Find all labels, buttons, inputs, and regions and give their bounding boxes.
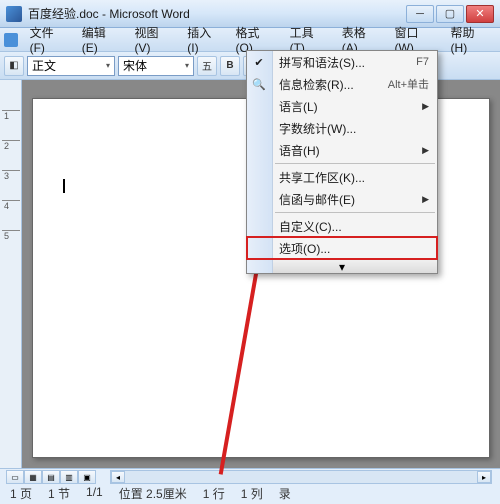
- tools-dropdown-menu: ✔ 拼写和语法(S)... F7 🔍 信息检索(R)... Alt+单击 语言(…: [246, 50, 438, 274]
- menu-item-spelling[interactable]: ✔ 拼写和语法(S)... F7: [247, 51, 437, 73]
- menu-help[interactable]: 帮助(H): [445, 22, 496, 57]
- menu-item-label: 字数统计(W)...: [279, 120, 356, 137]
- menu-item-research[interactable]: 🔍 信息检索(R)... Alt+单击: [247, 73, 437, 95]
- menu-item-shared-workspace[interactable]: 共享工作区(K)...: [247, 166, 437, 188]
- window-title: 百度经验.doc - Microsoft Word: [28, 5, 406, 22]
- menu-item-label: 信息检索(R)...: [279, 76, 354, 93]
- menu-item-label: 共享工作区(K)...: [279, 169, 365, 186]
- menu-separator: [275, 163, 435, 164]
- view-outline-button[interactable]: ▥: [60, 470, 78, 484]
- menu-item-shortcut: Alt+单击: [388, 76, 429, 92]
- status-pageof: 1/1: [86, 485, 103, 502]
- check-icon: ✔: [251, 54, 267, 70]
- view-reading-button[interactable]: ▣: [78, 470, 96, 484]
- horizontal-scrollbar[interactable]: ◂ ▸: [110, 470, 492, 484]
- menu-item-label: 信函与邮件(E): [279, 191, 355, 208]
- menubar: 文件(F) 编辑(E) 视图(V) 插入(I) 格式(O) 工具(T) 表格(A…: [0, 28, 500, 52]
- scroll-track[interactable]: [125, 471, 477, 483]
- style-label: 正文: [32, 57, 56, 74]
- menu-item-speech[interactable]: 语音(H) ▶: [247, 139, 437, 161]
- search-icon: 🔍: [251, 76, 267, 92]
- menu-item-wordcount[interactable]: 字数统计(W)...: [247, 117, 437, 139]
- toolbar-btn-1[interactable]: ◧: [4, 56, 24, 76]
- menu-item-options[interactable]: 选项(O)...: [247, 237, 437, 259]
- app-icon: [6, 6, 22, 22]
- menu-edit[interactable]: 编辑(E): [76, 22, 127, 57]
- view-normal-button[interactable]: ▭: [6, 470, 24, 484]
- scroll-right-button[interactable]: ▸: [477, 471, 491, 483]
- menu-item-shortcut: F7: [416, 56, 429, 68]
- menu-item-label: 自定义(C)...: [279, 218, 342, 235]
- view-buttons: ▭ ▦ ▤ ▥ ▣: [6, 470, 96, 484]
- menu-item-label: 语言(L): [279, 98, 318, 115]
- statusbar: ▭ ▦ ▤ ▥ ▣ ◂ ▸ 1 页 1 节 1/1 位置 2.5厘米 1 行 1…: [0, 468, 500, 504]
- chevron-down-icon: ▾: [106, 61, 110, 70]
- minimize-button[interactable]: ─: [406, 5, 434, 23]
- status-line: 1 行: [203, 485, 225, 502]
- scroll-left-button[interactable]: ◂: [111, 471, 125, 483]
- toolbar-bold-button[interactable]: B: [220, 56, 240, 76]
- app-window: 百度经验.doc - Microsoft Word ─ ▢ ✕ 文件(F) 编辑…: [0, 0, 500, 504]
- font-select[interactable]: 宋体 ▾: [118, 56, 194, 76]
- status-section: 1 节: [48, 485, 70, 502]
- word-icon: [4, 33, 18, 47]
- menu-insert[interactable]: 插入(I): [181, 22, 227, 57]
- window-controls: ─ ▢ ✕: [406, 5, 494, 23]
- chevron-down-icon: ▾: [185, 61, 189, 70]
- font-label: 宋体: [123, 57, 147, 74]
- maximize-button[interactable]: ▢: [436, 5, 464, 23]
- menu-item-language[interactable]: 语言(L) ▶: [247, 95, 437, 117]
- menu-item-letters-mailings[interactable]: 信函与邮件(E) ▶: [247, 188, 437, 210]
- menu-item-label: 选项(O)...: [279, 240, 330, 257]
- toolbar-btn-size[interactable]: 五: [197, 56, 217, 76]
- menu-item-label: 语音(H): [279, 142, 320, 159]
- chevron-down-icon: ▾: [339, 260, 345, 274]
- menu-item-customize[interactable]: 自定义(C)...: [247, 215, 437, 237]
- view-print-button[interactable]: ▤: [42, 470, 60, 484]
- status-column: 1 列: [241, 485, 263, 502]
- menu-file[interactable]: 文件(F): [24, 22, 74, 57]
- status-text: 1 页 1 节 1/1 位置 2.5厘米 1 行 1 列 录: [10, 485, 490, 502]
- close-button[interactable]: ✕: [466, 5, 494, 23]
- menu-separator: [275, 212, 435, 213]
- submenu-arrow-icon: ▶: [422, 145, 429, 156]
- status-mode: 录: [279, 485, 291, 502]
- menu-expand-button[interactable]: ▾: [247, 259, 437, 273]
- submenu-arrow-icon: ▶: [422, 101, 429, 112]
- status-position: 位置 2.5厘米: [119, 485, 187, 502]
- vertical-ruler: 1 2 3 4 5: [0, 80, 22, 468]
- menu-item-label: 拼写和语法(S)...: [279, 54, 365, 71]
- menu-view[interactable]: 视图(V): [129, 22, 180, 57]
- view-web-button[interactable]: ▦: [24, 470, 42, 484]
- text-cursor: [63, 179, 65, 193]
- style-select[interactable]: 正文 ▾: [27, 56, 115, 76]
- status-page: 1 页: [10, 485, 32, 502]
- submenu-arrow-icon: ▶: [422, 194, 429, 205]
